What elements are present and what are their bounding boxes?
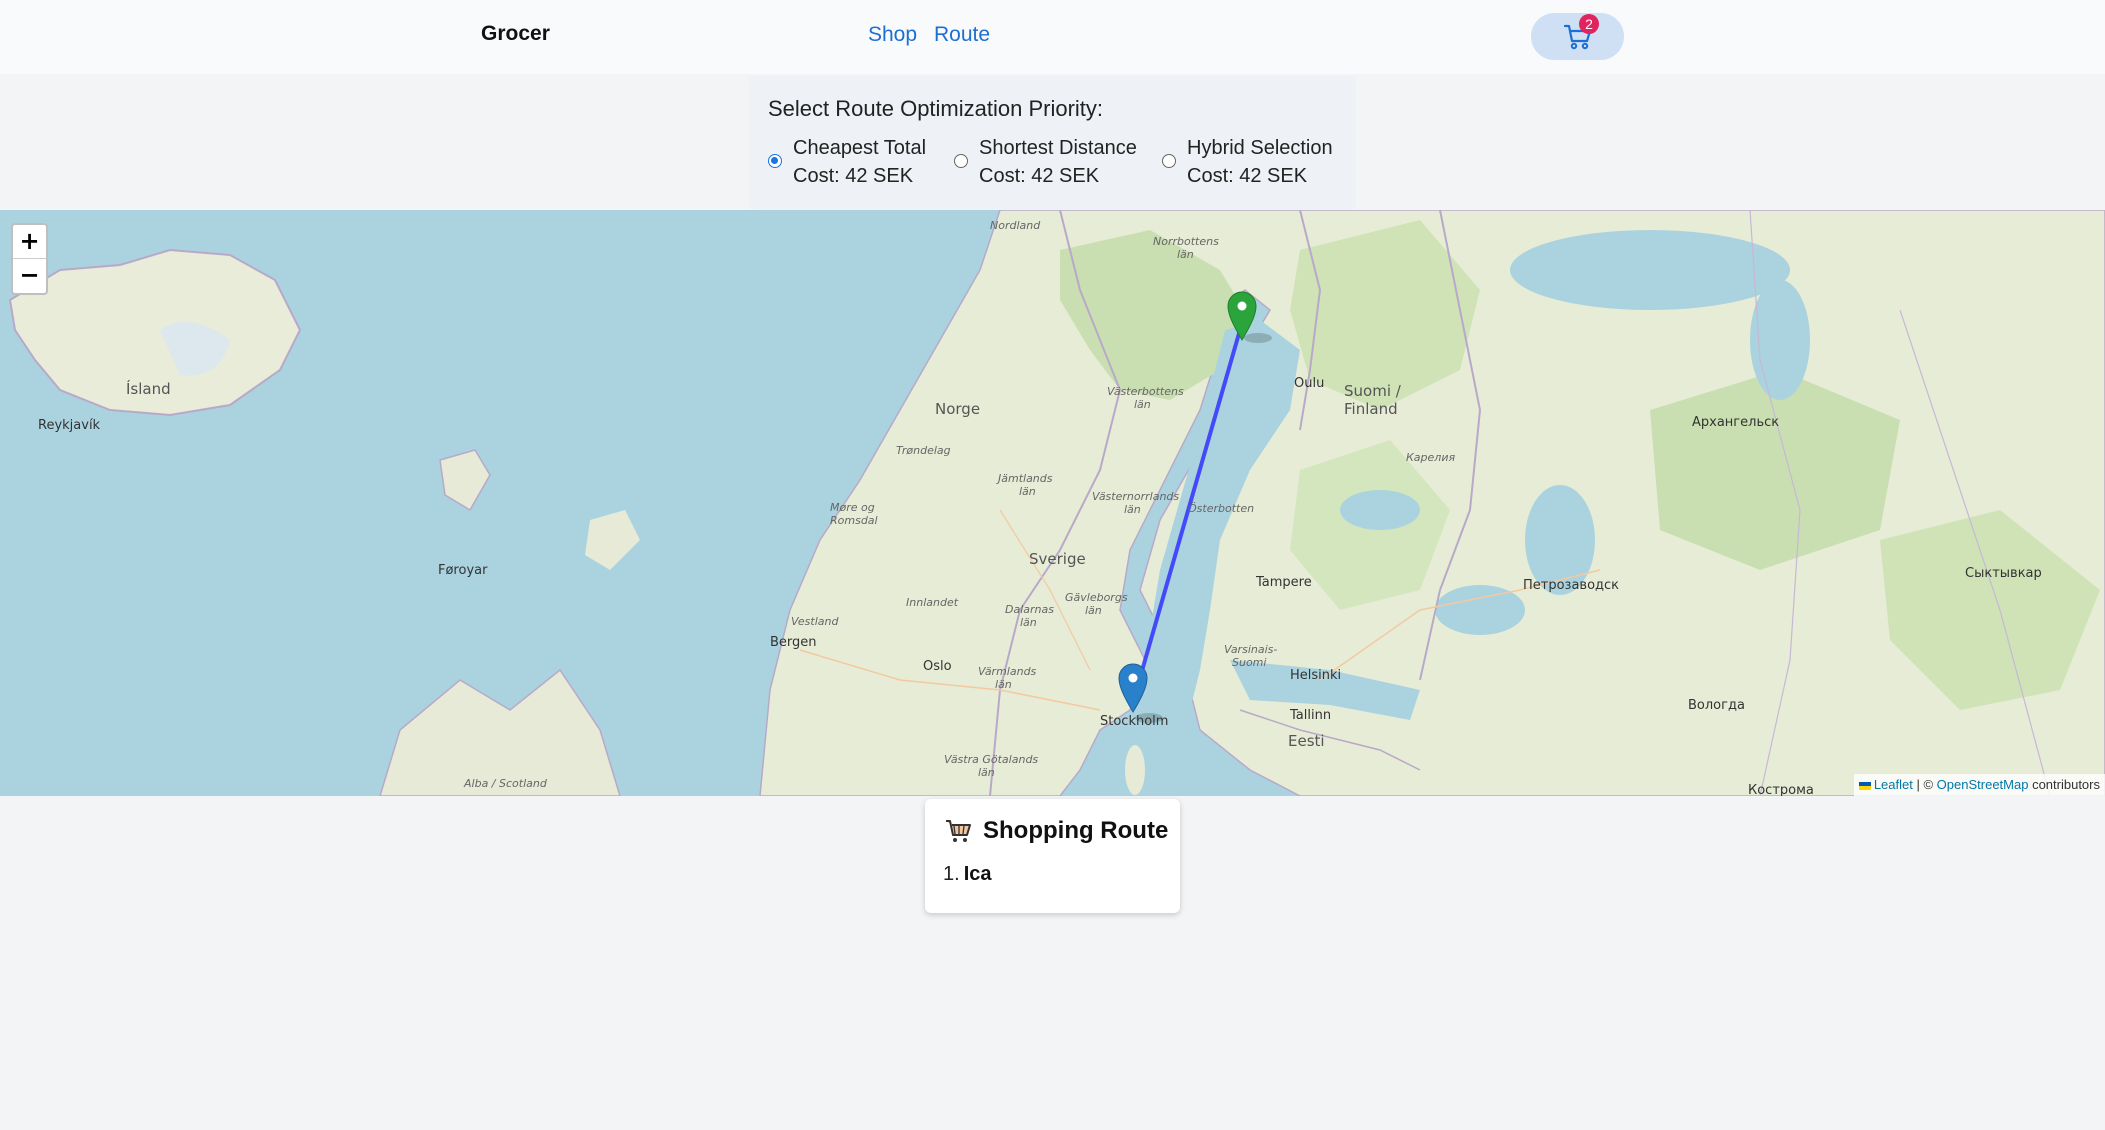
osm-link[interactable]: OpenStreetMap	[1937, 777, 2029, 792]
label-vastra-gotaland-lan: län	[978, 766, 995, 779]
label-syktyvkar: Сыктывкар	[1965, 566, 2042, 581]
route-card-title: Shopping Route	[945, 817, 1168, 845]
route-store-list: 1. Ica	[943, 863, 992, 886]
label-jamtland: Jämtlands	[998, 472, 1053, 485]
shopping-route-card: Shopping Route 1. Ica	[925, 799, 1180, 913]
label-oslo: Oslo	[923, 659, 952, 674]
option-label: Hybrid Selection	[1187, 137, 1333, 159]
label-more-romsdal: Romsdal	[830, 514, 878, 527]
label-varmland-lan: län	[995, 678, 1012, 691]
label-vestland: Vestland	[791, 615, 839, 628]
label-oulu: Oulu	[1294, 376, 1325, 391]
label-jamtland-lan: län	[1019, 485, 1036, 498]
label-foroyar: Føroyar	[438, 563, 488, 578]
label-vasterbotten-lan: län	[1134, 398, 1151, 411]
list-item-number: 1.	[943, 863, 960, 885]
label-gavleborg: Gävleborgs	[1065, 591, 1128, 604]
label-helsinki: Helsinki	[1290, 668, 1342, 683]
map-tiles[interactable]	[0, 210, 2105, 796]
cart-button[interactable]: 2	[1531, 13, 1624, 60]
label-karelia: Карелия	[1406, 451, 1456, 464]
label-gavleborg-lan: län	[1085, 604, 1102, 617]
label-eesti: Eesti	[1288, 732, 1325, 750]
zoom-in-button[interactable]: +	[13, 225, 46, 259]
label-varsinais: Varsinais-	[1224, 643, 1278, 656]
attribution-separator: | ©	[1912, 777, 1937, 792]
radio-shortest-distance[interactable]	[954, 154, 968, 168]
label-vologda: Вологда	[1688, 698, 1745, 713]
route-map[interactable]: Ísland Reykjavík Norge Sverige Suomi / F…	[0, 210, 2105, 796]
label-arkhangelsk: Архангельск	[1692, 415, 1780, 430]
label-stockholm: Stockholm	[1100, 714, 1169, 729]
option-cost: Cost: 42 SEK	[979, 165, 1100, 187]
label-norrbotten-lan: län	[1177, 248, 1194, 261]
ukraine-flag-icon	[1858, 781, 1871, 790]
label-suomi: Suomi /	[1344, 382, 1401, 400]
label-tampere: Tampere	[1256, 575, 1312, 590]
label-sverige: Sverige	[1029, 550, 1086, 568]
route-priority-panel: Select Route Optimization Priority: Chea…	[749, 76, 1356, 210]
label-nordland: Nordland	[990, 219, 1041, 232]
attribution-contributors: contributors	[2028, 777, 2100, 792]
zoom-control: + −	[11, 223, 48, 295]
label-norge: Norge	[935, 400, 981, 418]
option-hybrid-selection[interactable]: Hybrid Selection Cost: 42 SEK	[1162, 134, 1333, 190]
navbar: Grocer Shop Route 2	[0, 0, 2105, 74]
option-label: Cheapest Total	[793, 137, 927, 159]
label-alba: Alba / Scotland	[464, 777, 547, 790]
option-cost: Cost: 42 SEK	[1187, 165, 1308, 187]
list-item: 1. Ica	[943, 863, 992, 886]
label-varmland: Värmlands	[978, 665, 1037, 678]
shopping-cart-icon	[946, 820, 971, 842]
cart-count-badge: 2	[1579, 14, 1599, 34]
label-tallinn: Tallinn	[1290, 708, 1332, 723]
map-attribution: Leaflet | © OpenStreetMap contributors	[1853, 774, 2105, 796]
list-item-store: Ica	[963, 863, 992, 885]
nav-link-shop[interactable]: Shop	[868, 23, 917, 47]
label-island: Ísland	[126, 380, 171, 398]
label-bergen: Bergen	[770, 635, 817, 650]
label-vasterbotten: Västerbottens	[1107, 385, 1184, 398]
label-vasternorrland: Västernorrlands	[1092, 490, 1180, 503]
label-dalarna-lan: län	[1020, 616, 1037, 629]
option-cheapest-total[interactable]: Cheapest Total Cost: 42 SEK	[768, 134, 926, 190]
label-petrozavodsk: Петрозаводск	[1523, 578, 1620, 593]
label-trondelag: Trøndelag	[896, 444, 951, 457]
option-label: Shortest Distance	[979, 137, 1137, 159]
option-shortest-distance[interactable]: Shortest Distance Cost: 42 SEK	[954, 134, 1137, 190]
label-varsinais-suomi: Suomi	[1232, 656, 1267, 669]
label-vasternorrland-lan: län	[1124, 503, 1141, 516]
route-title-text: Shopping Route	[983, 817, 1169, 844]
leaflet-link[interactable]: Leaflet	[1874, 777, 1913, 792]
label-vastra-gotaland: Västra Götalands	[944, 753, 1039, 766]
label-norrbotten: Norrbottens	[1153, 235, 1219, 248]
brand-logo[interactable]: Grocer	[481, 22, 550, 46]
label-innlandet: Innlandet	[906, 596, 959, 609]
label-finland: Finland	[1344, 400, 1398, 418]
label-osterbotten: Österbotten	[1188, 502, 1255, 515]
label-reykjavik: Reykjavík	[38, 418, 101, 433]
priority-title: Select Route Optimization Priority:	[768, 96, 1104, 121]
label-more: Møre og	[830, 501, 875, 514]
nav-link-route[interactable]: Route	[934, 23, 990, 47]
label-dalarna: Dalarnas	[1005, 603, 1054, 616]
radio-cheapest-total[interactable]	[768, 154, 782, 168]
option-cost: Cost: 42 SEK	[793, 165, 914, 187]
zoom-out-button[interactable]: −	[13, 259, 46, 293]
label-kostroma: Кострома	[1748, 783, 1814, 796]
radio-hybrid-selection[interactable]	[1162, 154, 1176, 168]
